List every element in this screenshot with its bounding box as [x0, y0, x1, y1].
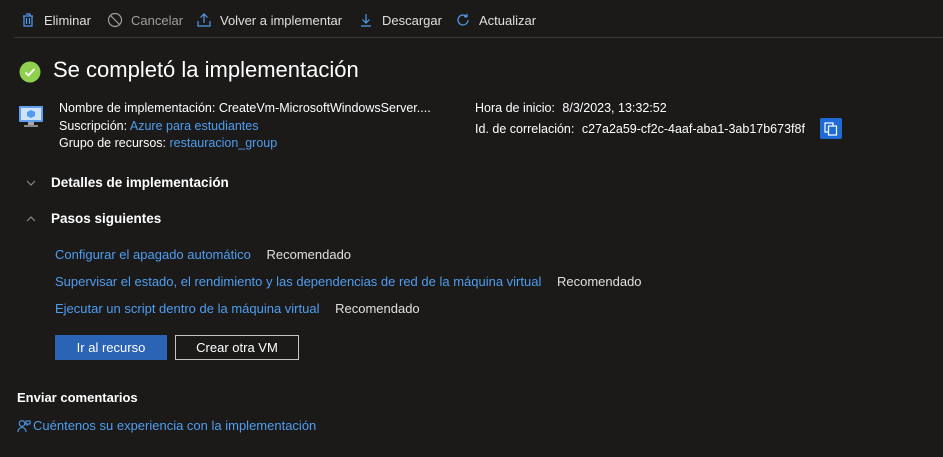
recommended-tag: Recomendado [266, 247, 352, 262]
delete-label: Eliminar [44, 12, 91, 28]
copy-icon [824, 121, 838, 136]
download-icon [361, 14, 371, 27]
command-bar: Eliminar Cancelar Volver a implementar D… [0, 0, 943, 38]
redeploy-button[interactable]: Volver a implementar [196, 8, 342, 32]
next-step-link[interactable]: Configurar el apagado automático [55, 247, 251, 262]
resource-group-link[interactable]: restauracion_group [169, 136, 277, 150]
copy-to-clipboard-button[interactable] [820, 118, 842, 139]
deployment-details-label: Detalles de implementación [51, 175, 229, 190]
start-time-label: Hora de inicio: [475, 101, 555, 115]
chevron-down-icon [26, 180, 36, 186]
correlation-id-row: Id. de correlación: c27a2a59-cf2c-4aaf-a… [475, 122, 805, 136]
next-steps-label: Pasos siguientes [51, 211, 162, 226]
refresh-icon [457, 13, 469, 26]
redeploy-label: Volver a implementar [220, 12, 343, 28]
deployment-name-row: Nombre de implementación: CreateVm-Micro… [59, 101, 431, 115]
create-another-vm-button[interactable]: Crear otra VM [175, 335, 299, 360]
cancel-label: Cancelar [131, 12, 184, 28]
chevron-up-icon [26, 215, 36, 221]
download-button[interactable]: Descargar [358, 8, 442, 32]
feedback-person-icon [17, 419, 31, 432]
refresh-label: Actualizar [479, 12, 537, 28]
deployment-name-label: Nombre de implementación: [59, 101, 216, 115]
delete-button[interactable]: Eliminar [20, 8, 91, 32]
start-time-value: 8/3/2023, 13:32:52 [562, 101, 667, 115]
cancel-icon [107, 12, 123, 28]
resource-group-label: Grupo de recursos: [59, 136, 166, 150]
deployment-details-toggle[interactable]: Detalles de implementación [25, 175, 229, 190]
feedback-link-label: Cuéntenos su experiencia con la implemen… [33, 418, 317, 433]
download-label: Descargar [382, 12, 442, 28]
upload-icon [197, 13, 211, 27]
next-steps-toggle[interactable]: Pasos siguientes [25, 211, 161, 226]
feedback-heading: Enviar comentarios [17, 390, 138, 405]
resource-group-row: Grupo de recursos: restauracion_group [59, 136, 277, 150]
subscription-row: Suscripción: Azure para estudiantes [59, 119, 258, 133]
next-step-item: Ejecutar un script dentro de la máquina … [55, 301, 420, 316]
correlation-id-value: c27a2a59-cf2c-4aaf-aba1-3ab17b673f8f [581, 122, 805, 136]
recommended-tag: Recomendado [556, 274, 642, 289]
next-step-item: Supervisar el estado, el rendimiento y l… [55, 274, 642, 289]
feedback-link[interactable]: Cuéntenos su experiencia con la implemen… [17, 418, 316, 433]
subscription-label: Suscripción: [59, 119, 128, 133]
subscription-link[interactable]: Azure para estudiantes [130, 119, 259, 133]
recommended-tag: Recomendado [335, 301, 420, 316]
deployment-overview-page: Eliminar Cancelar Volver a implementar D… [0, 0, 943, 457]
go-to-resource-button[interactable]: Ir al recurso [55, 335, 167, 360]
success-check-icon [19, 61, 41, 83]
deployment-name-value: CreateVm-MicrosoftWindowsServer.... [218, 101, 431, 115]
next-step-link[interactable]: Ejecutar un script dentro de la máquina … [55, 301, 319, 316]
start-time-row: Hora de inicio: 8/3/2023, 13:32:52 [475, 101, 667, 115]
correlation-id-label: Id. de correlación: [475, 122, 575, 136]
virtual-machine-icon [19, 106, 43, 127]
cancel-button[interactable]: Cancelar [107, 8, 183, 32]
page-title: Se completó la implementación [53, 57, 359, 82]
next-step-item: Configurar el apagado automático Recomen… [55, 247, 351, 262]
trash-icon [23, 13, 33, 27]
next-step-link[interactable]: Supervisar el estado, el rendimiento y l… [55, 274, 541, 289]
refresh-button[interactable]: Actualizar [455, 8, 536, 32]
toolbar-divider [14, 37, 943, 38]
